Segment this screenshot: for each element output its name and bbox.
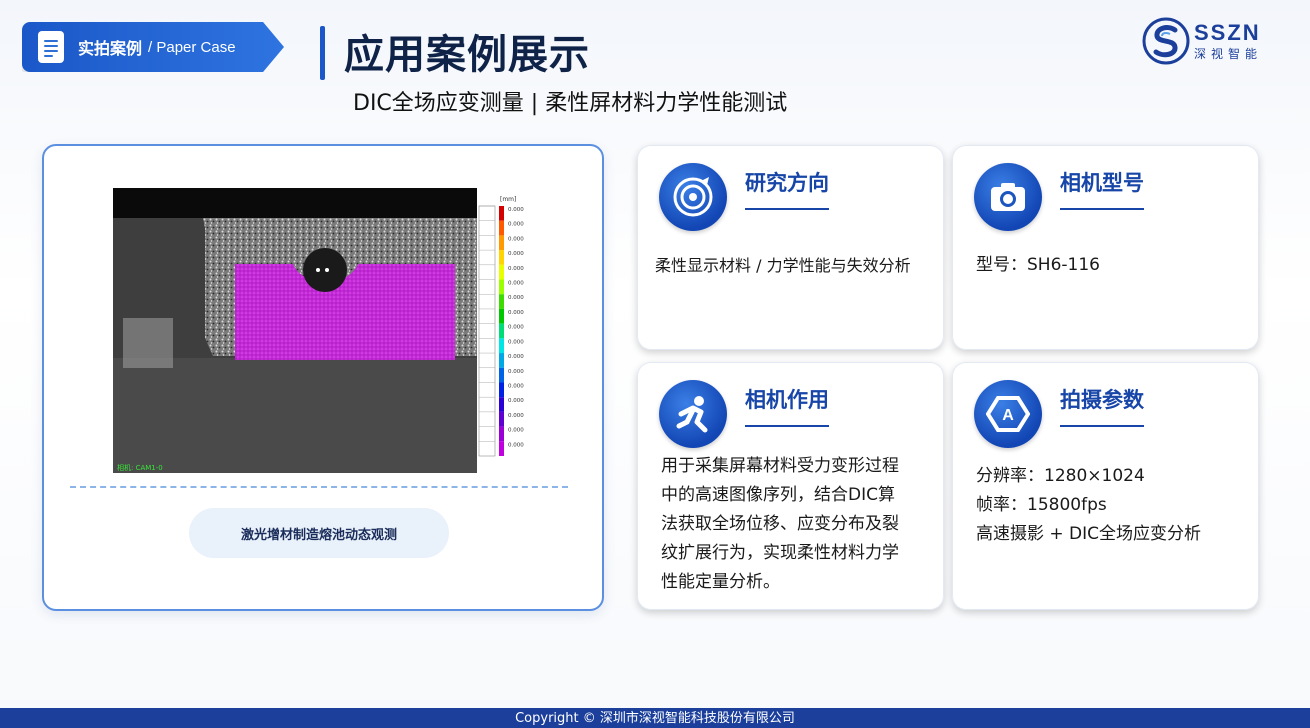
card-title: 相机型号 xyxy=(1060,171,1144,195)
scale-color-segment xyxy=(499,206,504,221)
scale-value-label: 0.000 xyxy=(508,222,524,228)
scale-value-label: 0.000 xyxy=(508,295,524,301)
card-camera-role: 相机作用 用于采集屏幕材料受力变形过程 中的高速图像序列，结合DIC算 法获取全… xyxy=(637,362,944,610)
card-title: 相机作用 xyxy=(745,388,829,412)
scale-value-label: 0.000 xyxy=(508,383,524,389)
card-title: 研究方向 xyxy=(745,171,829,195)
badge-title-en: / Paper Case xyxy=(148,38,236,56)
scale-value-label: 0.000 xyxy=(508,398,524,404)
scale-value-label: 0.000 xyxy=(508,207,524,213)
scale-color-segment xyxy=(499,397,504,412)
card-text-line: 纹扩展行为，实现柔性材料力学 xyxy=(661,543,899,563)
scale-value-label: 0.000 xyxy=(508,369,524,375)
scale-color-segment xyxy=(499,264,504,280)
scale-value-label: 0.000 xyxy=(508,266,524,272)
param-method: 高速摄影 + DIC全场应变分析 xyxy=(976,524,1202,544)
title-accent-bar xyxy=(320,26,325,80)
scale-color-segment xyxy=(499,294,504,309)
company-logo: SSZN 深视智能 xyxy=(1142,16,1282,66)
scale-value-label: 0.000 xyxy=(508,281,524,287)
card-shooting-params: A 拍摄参数 分辨率：1280×1024 帧率：15800fps 高速摄影 + … xyxy=(952,362,1259,610)
scale-color-segment xyxy=(499,235,504,251)
page-subtitle: DIC全场应变测量 | 柔性屏材料力学性能测试 xyxy=(353,91,788,116)
camera-label: 相机: CAM1-0 xyxy=(117,463,163,472)
scale-color-segment xyxy=(499,382,504,398)
card-title: 拍摄参数 xyxy=(1060,388,1144,412)
scale-color-segment xyxy=(499,441,504,456)
camera-icon xyxy=(974,163,1042,231)
color-scale-bar: 0.000 0.000 0.000 0.000 0.000 0.000 0.000 0.000… xyxy=(478,205,524,457)
param-resolution: 分辨率：1280×1024 xyxy=(976,466,1145,486)
scale-value-label: 0.000 xyxy=(508,310,524,316)
scale-unit-label: [mm] xyxy=(500,196,516,203)
card-text-line: 性能定量分析。 xyxy=(661,572,780,592)
logo-brand: SSZN xyxy=(1194,19,1261,45)
title-underline xyxy=(745,425,829,427)
dic-strain-image: 相机: CAM1-0 [mm] 0.0000.0000.0000.0000.00… xyxy=(113,188,524,473)
scale-color-segment xyxy=(499,308,504,324)
title-underline xyxy=(1060,208,1144,210)
card-text-block: 用于采集屏幕材料受力变形过程 中的高速图像序列，结合DIC算 法获取全场位移、应… xyxy=(661,452,899,597)
paper-case-badge: 实拍案例 / Paper Case xyxy=(22,22,284,72)
card-text-line: 中的高速图像序列，结合DIC算 xyxy=(661,485,895,505)
card-research-direction: 研究方向 柔性显示材料 / 力学性能与失效分析 xyxy=(637,145,944,350)
title-underline xyxy=(745,208,829,210)
scale-color-segment xyxy=(499,250,504,265)
scale-value-label: 0.000 xyxy=(508,251,524,257)
page-title: 应用案例展示 xyxy=(344,32,590,78)
card-text-block: 分辨率：1280×1024 帧率：15800fps 高速摄影 + DIC全场应变… xyxy=(976,462,1201,549)
image-caption: 激光增材制造熔池动态观测 xyxy=(189,508,449,558)
scale-value-label: 0.000 xyxy=(508,442,524,448)
card-camera-model: 相机型号 型号：SH6-116 xyxy=(952,145,1259,350)
card-text-line: 用于采集屏幕材料受力变形过程 xyxy=(661,456,899,476)
scale-color-segment xyxy=(499,279,504,295)
image-panel: 相机: CAM1-0 [mm] 0.000 0.000 0.000 0.000 0.00… xyxy=(42,144,604,611)
divider-dashed xyxy=(70,486,568,488)
footer-copyright: Copyright © 深圳市深视智能科技股份有限公司 xyxy=(0,708,1310,728)
document-icon xyxy=(38,31,64,63)
scale-value-label: 0.000 xyxy=(508,339,524,345)
logo-cn: 深视智能 xyxy=(1194,46,1263,61)
scale-value-label: 0.000 xyxy=(508,413,524,419)
scale-color-segment xyxy=(499,338,504,354)
param-framerate: 帧率：15800fps xyxy=(976,495,1107,515)
scale-value-label: 0.000 xyxy=(508,428,524,434)
running-person-icon xyxy=(659,380,727,448)
card-text-line: 法获取全场位移、应变分布及裂 xyxy=(661,514,899,534)
scale-color-segment xyxy=(499,220,504,236)
sszn-logo-icon xyxy=(1142,17,1190,65)
badge-title-zh: 实拍案例 xyxy=(78,39,143,58)
target-icon xyxy=(659,163,727,231)
scale-color-segment xyxy=(499,411,504,427)
scale-value-label: 0.000 xyxy=(508,325,524,331)
scale-value-label: 0.000 xyxy=(508,354,524,360)
scale-value-label: 0.000 xyxy=(508,236,524,242)
scale-color-segment xyxy=(499,426,504,442)
svg-text:A: A xyxy=(1002,407,1014,424)
card-text: 型号：SH6-116 xyxy=(976,255,1100,275)
scale-color-segment xyxy=(499,367,504,383)
card-text: 柔性显示材料 / 力学性能与失效分析 xyxy=(655,256,911,275)
aperture-icon: A xyxy=(974,380,1042,448)
title-underline xyxy=(1060,425,1144,427)
scale-color-segment xyxy=(499,353,504,368)
scale-color-segment xyxy=(499,323,504,339)
